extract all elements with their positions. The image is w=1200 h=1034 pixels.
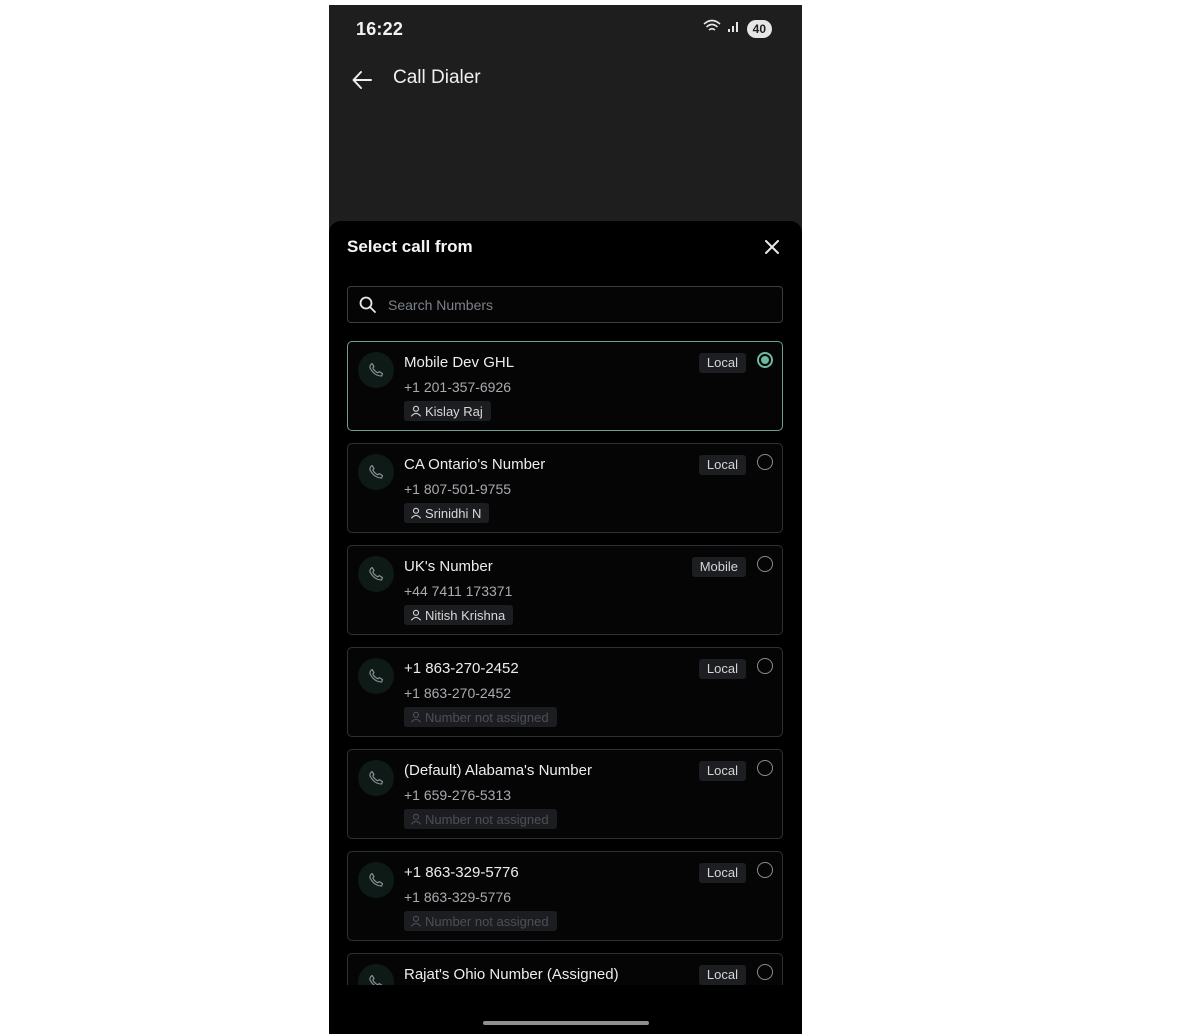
search-input[interactable] [386,286,782,323]
page-title: Call Dialer [393,67,481,88]
back-button[interactable] [347,65,377,95]
assignee-name: Nitish Krishna [425,607,506,623]
battery-indicator: 40 [746,19,772,38]
number-card[interactable]: +1 863-329-5776 +1 863-329-5776 Number n… [347,851,783,941]
phone-icon [369,362,384,377]
number-name: +1 863-270-2452 [404,660,519,677]
assignee-name: Number not assigned [425,811,549,827]
phone-icon [369,770,384,785]
phone-icon [369,872,384,887]
assignee-chip: Srinidhi N [404,503,490,523]
number-type-badge: Local [698,965,746,985]
number-type-badge: Mobile [691,557,746,577]
signal-icon [727,19,741,38]
assignee-name: Number not assigned [425,709,549,725]
number-card[interactable]: Rajat's Ohio Number (Assigned) +1 234-20… [347,953,783,985]
number-card[interactable]: UK's Number +44 7411 173371 Nitish Krish… [347,545,783,635]
user-icon [410,711,422,723]
number-name: +1 863-329-5776 [404,864,519,881]
search-box [347,286,783,323]
number-card[interactable]: (Default) Alabama's Number +1 659-276-53… [347,749,783,839]
phone-icon [369,974,383,985]
user-icon [410,405,422,417]
number-name: (Default) Alabama's Number [404,762,592,779]
select-radio[interactable] [757,760,773,776]
user-icon [410,507,422,519]
arrow-left-icon [352,71,372,89]
assignee-chip: Number not assigned [404,809,557,829]
number-card[interactable]: CA Ontario's Number +1 807-501-9755 Srin… [347,443,783,533]
close-icon [765,240,779,254]
number-name: UK's Number [404,558,493,575]
user-icon [410,813,422,825]
wifi-icon [703,19,721,38]
assignee-chip: Kislay Raj [404,401,491,421]
number-card[interactable]: +1 863-270-2452 +1 863-270-2452 Number n… [347,647,783,737]
call-avatar [358,964,394,985]
close-button[interactable] [760,235,784,259]
select-radio[interactable] [757,964,773,980]
number-list[interactable]: Mobile Dev GHL +1 201-357-6926 Kislay Ra… [347,341,783,985]
number-card[interactable]: Mobile Dev GHL +1 201-357-6926 Kislay Ra… [347,341,783,431]
phone-icon [369,668,384,683]
call-avatar [358,352,394,388]
home-indicator [483,1021,649,1025]
call-avatar [358,862,394,898]
assignee-chip: Nitish Krishna [404,605,514,625]
status-time: 16:22 [356,19,404,39]
user-icon [410,915,422,927]
number-phone: +1 659-276-5313 [404,787,512,803]
select-radio[interactable] [757,658,773,674]
assignee-chip: Number not assigned [404,707,557,727]
assignee-name: Kislay Raj [425,403,483,419]
number-phone: +1 201-357-6926 [404,379,512,395]
search-icon [358,295,378,315]
phone-screen: 16:22 40 Call Dialer Select call from Se… [329,5,802,1034]
select-call-from-sheet: Select call from Mobile Dev GHL +1 201-3… [329,221,802,1034]
select-radio[interactable] [757,862,773,878]
call-avatar [358,658,394,694]
select-radio[interactable] [757,556,773,572]
sheet-title: Select call from [347,237,473,256]
number-name: Mobile Dev GHL [404,354,515,371]
phone-icon [369,566,384,581]
number-type-badge: Local [698,455,746,475]
select-radio[interactable] [757,352,773,368]
number-type-badge: Local [698,761,746,781]
call-avatar [358,760,394,796]
call-avatar [358,454,394,490]
number-phone: +1 863-329-5776 [404,889,512,905]
assignee-chip: Number not assigned [404,911,557,931]
phone-icon [369,464,384,479]
assignee-name: Srinidhi N [425,505,482,521]
call-avatar [358,556,394,592]
number-phone: +44 7411 173371 [404,583,513,599]
app-bar: Call Dialer [329,61,802,101]
number-phone: +1 807-501-9755 [404,481,512,497]
status-icons: 40 [703,19,772,38]
number-phone: +1 863-270-2452 [404,685,512,701]
select-radio[interactable] [757,454,773,470]
number-name: CA Ontario's Number [404,456,546,473]
number-type-badge: Local [698,659,746,679]
user-icon [410,609,422,621]
status-bar: 16:22 40 [329,5,802,53]
number-name: Rajat's Ohio Number (Assigned) [404,966,619,983]
number-type-badge: Local [698,863,746,883]
assignee-name: Number not assigned [425,913,549,929]
number-type-badge: Local [698,353,746,373]
